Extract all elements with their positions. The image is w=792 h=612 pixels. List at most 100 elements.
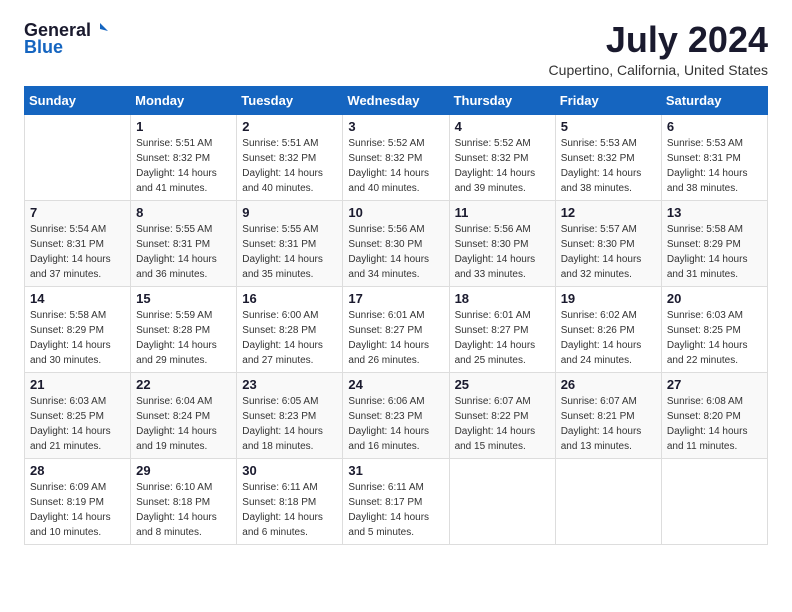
day-number: 8 — [136, 205, 231, 220]
day-detail: Sunrise: 5:59 AMSunset: 8:28 PMDaylight:… — [136, 308, 231, 368]
day-number: 7 — [30, 205, 125, 220]
calendar-cell: 19Sunrise: 6:02 AMSunset: 8:26 PMDayligh… — [555, 286, 661, 372]
day-detail: Sunrise: 5:55 AMSunset: 8:31 PMDaylight:… — [136, 222, 231, 282]
calendar-cell — [449, 458, 555, 544]
day-detail: Sunrise: 5:58 AMSunset: 8:29 PMDaylight:… — [30, 308, 125, 368]
month-title: July 2024 — [549, 20, 768, 60]
calendar-cell: 15 Sunrise: 5:59 AMSunset: 8:28 PMDayligh… — [131, 286, 237, 372]
day-number: 27 — [667, 377, 762, 392]
day-number: 5 — [561, 119, 656, 134]
calendar-cell: 24 Sunrise: 6:06 AMSunset: 8:23 PMDayligh… — [343, 372, 449, 458]
day-detail: Sunrise: 6:08 AMSunset: 8:20 PMDaylight:… — [667, 394, 762, 454]
day-detail: Sunrise: 6:01 AMSunset: 8:27 PMDaylight:… — [348, 308, 443, 368]
day-detail: Sunrise: 5:53 AMSunset: 8:32 PMDaylight:… — [561, 136, 656, 196]
calendar-cell: 27 Sunrise: 6:08 AMSunset: 8:20 PMDayligh… — [661, 372, 767, 458]
day-number: 2 — [242, 119, 337, 134]
weekday-header-sunday: Sunday — [25, 86, 131, 114]
day-detail: Sunrise: 5:54 AMSunset: 8:31 PMDaylight:… — [30, 222, 125, 282]
calendar-cell: 4Sunrise: 5:52 AMSunset: 8:32 PMDaylight… — [449, 114, 555, 200]
day-detail: Sunrise: 6:10 AMSunset: 8:18 PMDaylight:… — [136, 480, 231, 540]
day-number: 19 — [561, 291, 656, 306]
calendar-cell: 2 Sunrise: 5:51 AMSunset: 8:32 PMDaylight… — [237, 114, 343, 200]
day-number: 16 — [242, 291, 337, 306]
calendar-cell: 31Sunrise: 6:11 AMSunset: 8:17 PMDayligh… — [343, 458, 449, 544]
day-detail: Sunrise: 6:01 AMSunset: 8:27 PMDaylight:… — [455, 308, 550, 368]
day-detail: Sunrise: 6:04 AMSunset: 8:24 PMDaylight:… — [136, 394, 231, 454]
day-number: 3 — [348, 119, 443, 134]
weekday-header-friday: Friday — [555, 86, 661, 114]
calendar-cell: 17 Sunrise: 6:01 AMSunset: 8:27 PMDayligh… — [343, 286, 449, 372]
calendar-cell: 1 Sunrise: 5:51 AMSunset: 8:32 PMDaylight… — [131, 114, 237, 200]
calendar-week-3: 14 Sunrise: 5:58 AMSunset: 8:29 PMDayligh… — [25, 286, 768, 372]
day-number: 10 — [348, 205, 443, 220]
day-number: 18 — [455, 291, 550, 306]
day-number: 21 — [30, 377, 125, 392]
calendar-cell: 12 Sunrise: 5:57 AMSunset: 8:30 PMDayligh… — [555, 200, 661, 286]
day-number: 15 — [136, 291, 231, 306]
weekday-header-saturday: Saturday — [661, 86, 767, 114]
day-detail: Sunrise: 5:51 AMSunset: 8:32 PMDaylight:… — [136, 136, 231, 196]
calendar-cell: 30Sunrise: 6:11 AMSunset: 8:18 PMDayligh… — [237, 458, 343, 544]
day-detail: Sunrise: 5:51 AMSunset: 8:32 PMDaylight:… — [242, 136, 337, 196]
calendar-cell: 5 Sunrise: 5:53 AMSunset: 8:32 PMDaylight… — [555, 114, 661, 200]
day-detail: Sunrise: 5:57 AMSunset: 8:30 PMDaylight:… — [561, 222, 656, 282]
day-number: 31 — [348, 463, 443, 478]
calendar-header-row: SundayMondayTuesdayWednesdayThursdayFrid… — [25, 86, 768, 114]
logo-blue-text: Blue — [24, 37, 63, 58]
calendar-cell: 3 Sunrise: 5:52 AMSunset: 8:32 PMDaylight… — [343, 114, 449, 200]
calendar-cell: 8 Sunrise: 5:55 AMSunset: 8:31 PMDaylight… — [131, 200, 237, 286]
title-area: July 2024 Cupertino, California, United … — [549, 20, 768, 78]
calendar-cell: 6Sunrise: 5:53 AMSunset: 8:31 PMDaylight… — [661, 114, 767, 200]
day-detail: Sunrise: 5:58 AMSunset: 8:29 PMDaylight:… — [667, 222, 762, 282]
logo-bird-icon — [92, 21, 108, 37]
day-detail: Sunrise: 6:05 AMSunset: 8:23 PMDaylight:… — [242, 394, 337, 454]
day-number: 22 — [136, 377, 231, 392]
calendar-cell — [555, 458, 661, 544]
logo: General Blue — [24, 20, 108, 58]
day-detail: Sunrise: 6:07 AMSunset: 8:21 PMDaylight:… — [561, 394, 656, 454]
calendar-cell: 28Sunrise: 6:09 AMSunset: 8:19 PMDayligh… — [25, 458, 131, 544]
day-detail: Sunrise: 5:52 AMSunset: 8:32 PMDaylight:… — [348, 136, 443, 196]
day-number: 25 — [455, 377, 550, 392]
day-number: 13 — [667, 205, 762, 220]
weekday-header-tuesday: Tuesday — [237, 86, 343, 114]
day-detail: Sunrise: 6:07 AMSunset: 8:22 PMDaylight:… — [455, 394, 550, 454]
day-number: 6 — [667, 119, 762, 134]
day-detail: Sunrise: 5:52 AMSunset: 8:32 PMDaylight:… — [455, 136, 550, 196]
day-detail: Sunrise: 5:55 AMSunset: 8:31 PMDaylight:… — [242, 222, 337, 282]
calendar-week-2: 7 Sunrise: 5:54 AMSunset: 8:31 PMDaylight… — [25, 200, 768, 286]
weekday-header-wednesday: Wednesday — [343, 86, 449, 114]
calendar-cell: 18 Sunrise: 6:01 AMSunset: 8:27 PMDayligh… — [449, 286, 555, 372]
calendar-week-4: 21 Sunrise: 6:03 AMSunset: 8:25 PMDayligh… — [25, 372, 768, 458]
day-number: 20 — [667, 291, 762, 306]
day-number: 30 — [242, 463, 337, 478]
calendar-cell: 21 Sunrise: 6:03 AMSunset: 8:25 PMDayligh… — [25, 372, 131, 458]
day-number: 14 — [30, 291, 125, 306]
calendar-cell: 14 Sunrise: 5:58 AMSunset: 8:29 PMDayligh… — [25, 286, 131, 372]
calendar-cell: 16Sunrise: 6:00 AMSunset: 8:28 PMDayligh… — [237, 286, 343, 372]
day-number: 9 — [242, 205, 337, 220]
day-number: 23 — [242, 377, 337, 392]
calendar-table: SundayMondayTuesdayWednesdayThursdayFrid… — [24, 86, 768, 545]
day-number: 11 — [455, 205, 550, 220]
day-number: 1 — [136, 119, 231, 134]
weekday-header-thursday: Thursday — [449, 86, 555, 114]
calendar-cell: 20Sunrise: 6:03 AMSunset: 8:25 PMDayligh… — [661, 286, 767, 372]
calendar-cell: 9 Sunrise: 5:55 AMSunset: 8:31 PMDaylight… — [237, 200, 343, 286]
calendar-cell — [661, 458, 767, 544]
calendar-cell: 11 Sunrise: 5:56 AMSunset: 8:30 PMDayligh… — [449, 200, 555, 286]
calendar-cell: 25 Sunrise: 6:07 AMSunset: 8:22 PMDayligh… — [449, 372, 555, 458]
day-number: 24 — [348, 377, 443, 392]
day-number: 26 — [561, 377, 656, 392]
calendar-week-5: 28Sunrise: 6:09 AMSunset: 8:19 PMDayligh… — [25, 458, 768, 544]
calendar-cell: 22 Sunrise: 6:04 AMSunset: 8:24 PMDayligh… — [131, 372, 237, 458]
day-number: 17 — [348, 291, 443, 306]
calendar-week-1: 1 Sunrise: 5:51 AMSunset: 8:32 PMDaylight… — [25, 114, 768, 200]
day-detail: Sunrise: 6:03 AMSunset: 8:25 PMDaylight:… — [30, 394, 125, 454]
day-detail: Sunrise: 5:56 AMSunset: 8:30 PMDaylight:… — [455, 222, 550, 282]
calendar-cell: 10Sunrise: 5:56 AMSunset: 8:30 PMDayligh… — [343, 200, 449, 286]
day-detail: Sunrise: 6:06 AMSunset: 8:23 PMDaylight:… — [348, 394, 443, 454]
calendar-body: 1 Sunrise: 5:51 AMSunset: 8:32 PMDaylight… — [25, 114, 768, 544]
day-number: 12 — [561, 205, 656, 220]
calendar-cell: 29Sunrise: 6:10 AMSunset: 8:18 PMDayligh… — [131, 458, 237, 544]
